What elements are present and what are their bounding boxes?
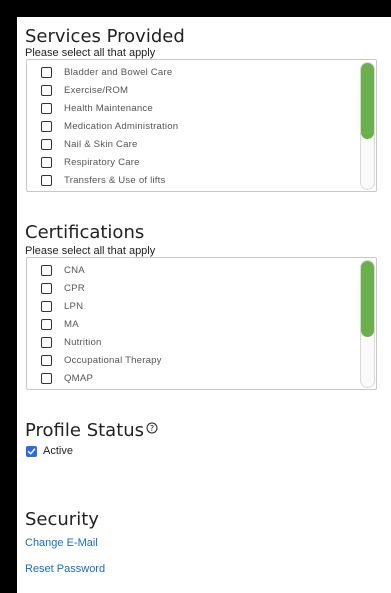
certification-option-label: CNA — [64, 264, 85, 276]
certification-option-label: QMAP — [64, 372, 94, 384]
help-circle-icon[interactable]: ? — [146, 419, 158, 439]
service-option-label: Transfers & Use of lifts — [64, 174, 166, 186]
service-option-label: Bladder and Bowel Care — [64, 66, 173, 78]
checkbox[interactable] — [41, 66, 52, 78]
profile-status-title: Profile Status? — [25, 421, 158, 441]
checkbox[interactable] — [41, 264, 52, 276]
checkbox[interactable] — [41, 300, 52, 312]
services-scrollbar[interactable] — [360, 62, 375, 190]
certifications-title: Certifications — [25, 222, 145, 243]
checkbox[interactable] — [41, 354, 52, 366]
profile-status-label: Profile Status — [25, 420, 145, 441]
certification-option[interactable]: CNA — [27, 261, 85, 279]
certification-option-label: CPR — [64, 282, 85, 294]
service-option-label: Health Maintenance — [64, 102, 153, 114]
certification-option[interactable]: Occupational Therapy — [27, 351, 162, 369]
change-email-link[interactable]: Change E-Mail — [25, 537, 98, 549]
certification-option[interactable]: Nutrition — [27, 333, 102, 351]
certifications-listbox[interactable]: CNA CPR LPN MA Nutrition Occupational Th… — [26, 257, 377, 390]
scrollbar-thumb[interactable] — [361, 261, 374, 337]
checkbox[interactable] — [41, 84, 52, 96]
certifications-hint: Please select all that apply — [25, 245, 156, 257]
services-title: Services Provided — [25, 26, 185, 47]
certification-option[interactable]: MA — [27, 315, 79, 333]
active-label: Active — [43, 445, 73, 457]
profile-panel: Services Provided Please select all that… — [17, 17, 391, 593]
checkbox[interactable] — [41, 174, 52, 186]
services-listbox[interactable]: Bladder and Bowel Care Exercise/ROM Heal… — [26, 59, 377, 192]
service-option[interactable]: Nail & Skin Care — [27, 135, 138, 153]
certification-option-label: Occupational Therapy — [64, 354, 162, 366]
active-checkbox[interactable] — [26, 445, 37, 457]
svg-text:?: ? — [150, 424, 154, 433]
service-option-label: Respiratory Care — [64, 156, 140, 168]
service-option[interactable]: Transfers & Use of lifts — [27, 171, 165, 189]
service-option[interactable]: Medication Administration — [27, 117, 178, 135]
checkbox[interactable] — [41, 156, 52, 168]
security-title: Security — [25, 509, 99, 530]
checkbox[interactable] — [41, 336, 52, 348]
service-option[interactable]: Respiratory Care — [27, 153, 140, 171]
certification-option[interactable]: CPR — [27, 279, 85, 297]
certifications-scrollbar[interactable] — [360, 260, 375, 388]
scrollbar-thumb[interactable] — [361, 63, 374, 139]
certification-option-label: Nutrition — [64, 336, 102, 348]
service-option-label: Nail & Skin Care — [64, 138, 138, 150]
checkbox[interactable] — [41, 120, 52, 132]
checkbox[interactable] — [41, 282, 52, 294]
certification-option[interactable]: LPN — [27, 297, 83, 315]
service-option-label: Medication Administration — [64, 120, 179, 132]
checkbox[interactable] — [41, 318, 52, 330]
certification-option-label: LPN — [64, 300, 84, 312]
service-option-label: Exercise/ROM — [64, 84, 129, 96]
service-option[interactable]: Health Maintenance — [27, 99, 153, 117]
certification-option[interactable]: QMAP — [27, 369, 93, 387]
services-hint: Please select all that apply — [25, 47, 156, 59]
certification-option-label: MA — [64, 318, 79, 330]
checkmark-icon — [27, 447, 36, 454]
active-checkbox-row[interactable]: Active — [26, 445, 73, 457]
reset-password-link[interactable]: Reset Password — [25, 563, 105, 575]
checkbox[interactable] — [41, 372, 52, 384]
service-option[interactable]: Exercise/ROM — [27, 81, 128, 99]
service-option[interactable]: Bladder and Bowel Care — [27, 63, 172, 81]
checkbox[interactable] — [41, 102, 52, 114]
checkbox[interactable] — [41, 138, 52, 150]
